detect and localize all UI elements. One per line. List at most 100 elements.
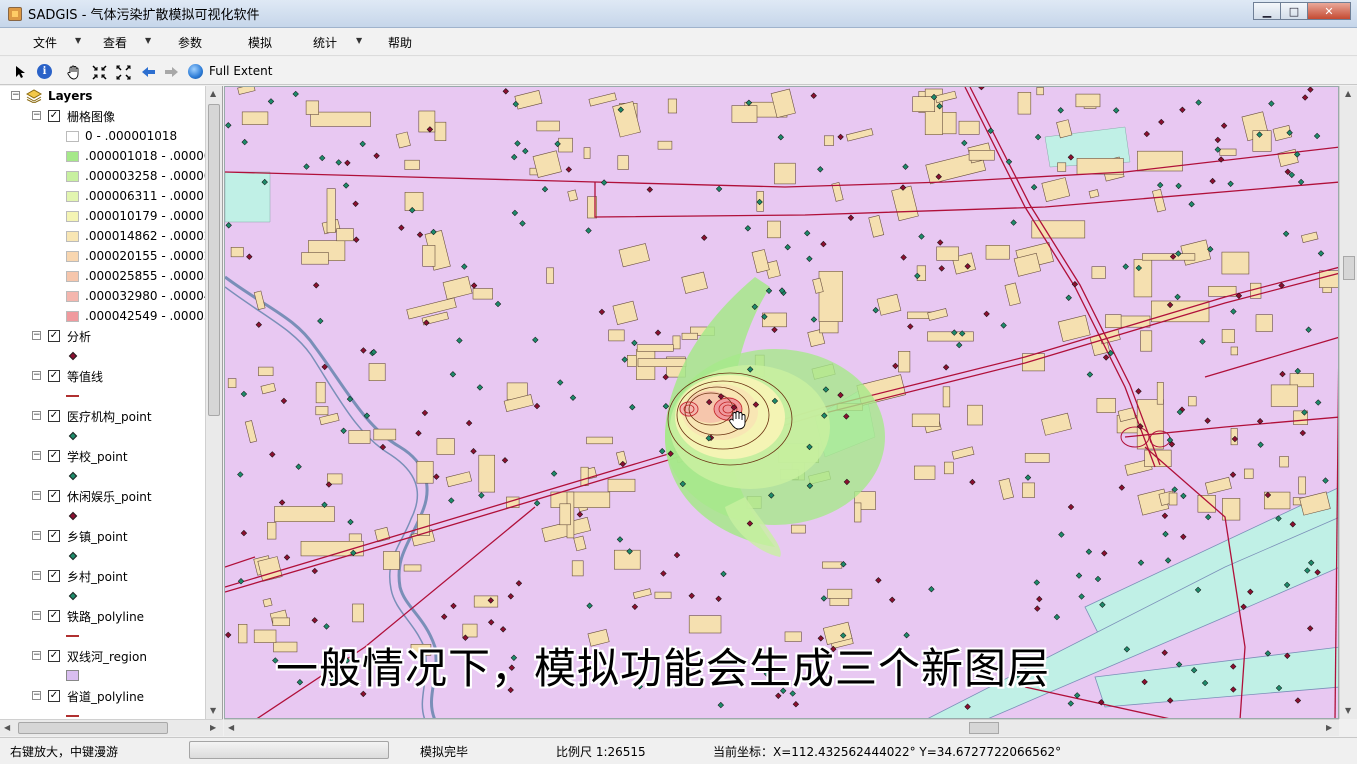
toc-layer-item[interactable]: − ✓ 医疗机构_point <box>0 406 205 426</box>
building <box>227 378 237 388</box>
menu-file[interactable]: 文件 <box>33 34 57 51</box>
toc-layer-item[interactable]: − ✓ 学校_point <box>0 446 205 466</box>
map-horizontal-scrollbar[interactable]: ◀ ▶ <box>224 719 1339 736</box>
toc-layer-raster[interactable]: − ✓ 栅格图像 <box>0 106 205 126</box>
scroll-down-icon[interactable]: ▼ <box>210 706 216 715</box>
layer-visibility-checkbox[interactable]: ✓ <box>48 530 60 542</box>
building <box>916 265 926 281</box>
toc-legend-symbol-row <box>0 506 205 526</box>
full-extent-globe-icon[interactable] <box>188 64 203 79</box>
building <box>1221 251 1250 275</box>
building <box>241 111 269 125</box>
toc-layer-item[interactable]: − ✓ 休闲娱乐_point <box>0 486 205 506</box>
select-arrow-icon[interactable] <box>12 63 30 81</box>
building <box>436 438 455 455</box>
building <box>266 522 277 540</box>
map-scroll-up-icon[interactable]: ▲ <box>1345 89 1351 98</box>
building <box>546 267 554 284</box>
toolbar: i Full Extent <box>0 57 1357 85</box>
toc-layer-label: 乡镇_point <box>67 529 128 544</box>
toc-expander[interactable]: − <box>32 611 41 620</box>
toc-layer-label: 铁路_polyline <box>67 609 145 624</box>
toc-scroll-thumb[interactable] <box>208 104 220 416</box>
zoom-in-fixed-icon[interactable] <box>90 63 108 81</box>
building <box>912 96 936 112</box>
toc-expander[interactable]: − <box>32 691 41 700</box>
building <box>1036 87 1044 96</box>
building <box>913 465 936 480</box>
building <box>827 588 853 599</box>
layer-visibility-checkbox[interactable]: ✓ <box>48 110 60 122</box>
toc-legend-class: .000020155 - .000025 <box>0 246 219 266</box>
toc-layer-item[interactable]: − ✓ 乡镇_point <box>0 526 205 546</box>
layer-visibility-checkbox[interactable]: ✓ <box>48 490 60 502</box>
toc-expander[interactable]: − <box>32 371 41 380</box>
toc-expander[interactable]: − <box>32 491 41 500</box>
toc-expander[interactable]: − <box>32 531 41 540</box>
toc-expander[interactable]: − <box>32 111 41 120</box>
building <box>336 228 354 242</box>
building <box>822 561 843 569</box>
toc-expander[interactable]: − <box>32 571 41 580</box>
map-scroll-down-icon[interactable]: ▼ <box>1345 706 1351 715</box>
layer-visibility-checkbox[interactable]: ✓ <box>48 610 60 622</box>
building <box>1221 329 1235 343</box>
toc-root[interactable]: − Layers <box>0 86 205 106</box>
building <box>1105 314 1122 329</box>
building <box>434 121 447 142</box>
identify-icon[interactable]: i <box>37 64 52 79</box>
building <box>1187 396 1197 407</box>
layer-visibility-checkbox[interactable]: ✓ <box>48 650 60 662</box>
close-button[interactable]: ✕ <box>1307 2 1351 20</box>
zoom-out-fixed-icon[interactable] <box>114 63 132 81</box>
toc-expander[interactable]: − <box>32 651 41 660</box>
toc-layer-item[interactable]: − ✓ 双线河_region <box>0 646 205 666</box>
progress-bar <box>189 741 389 759</box>
map-vertical-scrollbar[interactable]: ▲ ▼ <box>1339 86 1357 719</box>
minimize-button[interactable]: ▁ <box>1253 2 1281 20</box>
back-arrow-icon[interactable] <box>139 63 157 81</box>
forward-arrow-icon[interactable] <box>162 63 180 81</box>
toc-expander[interactable]: − <box>32 451 41 460</box>
map-hscroll-thumb[interactable] <box>969 722 999 734</box>
layer-visibility-checkbox[interactable]: ✓ <box>48 450 60 462</box>
layer-visibility-checkbox[interactable]: ✓ <box>48 330 60 342</box>
menu-view[interactable]: 查看 <box>103 34 127 51</box>
map-view[interactable]: 一般情况下，模拟功能会生成三个新图层 <box>224 86 1339 719</box>
toc-layer-item[interactable]: − ✓ 省道_polyline <box>0 686 205 706</box>
map-vscroll-thumb[interactable] <box>1343 256 1355 280</box>
toc-legend-class: .000003258 - .000006 <box>0 166 219 186</box>
menu-stats[interactable]: 统计 <box>313 34 337 51</box>
toc-layer-item[interactable]: − ✓ 铁路_polyline <box>0 606 205 626</box>
scroll-up-icon[interactable]: ▲ <box>210 89 216 98</box>
building <box>637 358 687 368</box>
layer-visibility-checkbox[interactable]: ✓ <box>48 370 60 382</box>
menu-help[interactable]: 帮助 <box>388 34 412 51</box>
layer-visibility-checkbox[interactable]: ✓ <box>48 570 60 582</box>
pan-hand-icon[interactable] <box>65 63 83 81</box>
toc-vertical-scrollbar[interactable]: ▲ ▼ <box>205 86 222 719</box>
menu-simulate[interactable]: 模拟 <box>248 34 272 51</box>
toc-layer-item[interactable]: − ✓ 分析 <box>0 326 205 346</box>
toc-expander[interactable]: − <box>32 331 41 340</box>
toc-layer-item[interactable]: − ✓ 乡村_point <box>0 566 205 586</box>
maximize-button[interactable]: □ <box>1280 2 1308 20</box>
map-scroll-left-icon[interactable]: ◀ <box>228 723 234 732</box>
menu-params[interactable]: 参数 <box>178 34 202 51</box>
scroll-left-icon[interactable]: ◀ <box>4 723 10 732</box>
toc-hscroll-thumb[interactable] <box>18 722 168 734</box>
scroll-right-icon[interactable]: ▶ <box>210 723 216 732</box>
layer-visibility-checkbox[interactable]: ✓ <box>48 690 60 702</box>
building <box>258 366 274 376</box>
toc-expander[interactable]: − <box>11 91 20 100</box>
legend-swatch <box>66 251 79 262</box>
toc-layer-item[interactable]: − ✓ 等值线 <box>0 366 205 386</box>
layer-visibility-checkbox[interactable]: ✓ <box>48 410 60 422</box>
map-scroll-right-icon[interactable]: ▶ <box>1326 723 1332 732</box>
map-canvas[interactable] <box>225 87 1339 719</box>
full-extent-button[interactable]: Full Extent <box>209 64 272 78</box>
toc-horizontal-scrollbar[interactable]: ◀ ▶ <box>0 719 223 736</box>
toc-expander[interactable]: − <box>32 411 41 420</box>
menu-stats-chevron-icon: ▼ <box>356 36 363 45</box>
building <box>1219 148 1237 156</box>
